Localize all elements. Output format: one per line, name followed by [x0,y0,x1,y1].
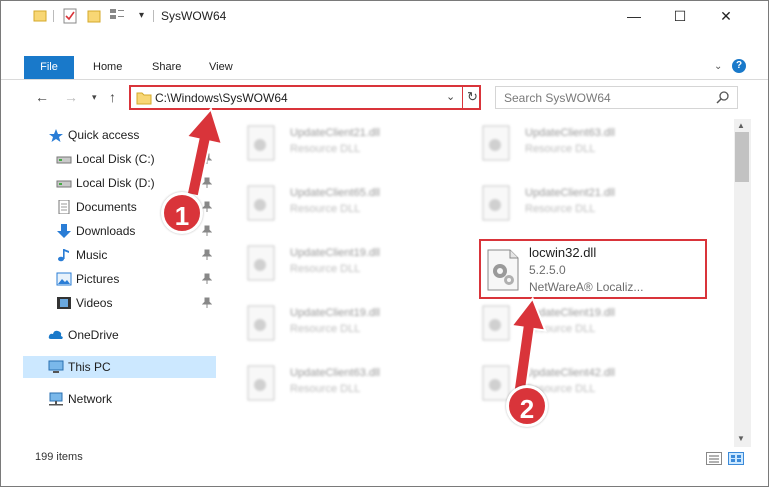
file-type: Resource DLL [290,263,361,275]
file-name: UpdateClient19.dll [290,247,380,259]
file-name: UpdateClient21.dll [290,127,380,139]
tab-file[interactable]: File [24,56,74,79]
customize-toolbar-icon[interactable] [109,8,127,22]
folder-icon [136,92,152,105]
search-icon[interactable] [716,90,730,104]
recent-locations-icon[interactable]: ▾ [92,92,97,103]
picture-icon [56,272,72,286]
maximize-button[interactable]: ☐ [657,1,703,31]
file-name: UpdateClient21.dll [525,187,615,199]
file-type: Resource DLL [290,203,361,215]
minimize-button[interactable]: — [611,1,657,31]
window-title: SysWOW64 [161,9,227,23]
scroll-thumb[interactable] [735,132,749,182]
divider [153,10,154,22]
pin-icon[interactable] [202,273,212,285]
dll-file-icon [247,125,275,161]
file-description: NetWareA® Localiz... [529,280,644,294]
step-badge-2: 2 [506,385,548,427]
new-folder-icon[interactable] [87,8,101,24]
title-bar: ▾ SysWOW64 — ☐ ✕ [1,1,768,31]
drive-icon [56,156,72,164]
file-name: UpdateClient19.dll [290,307,380,319]
file-tile[interactable]: UpdateClient21.dll Resource DLL [481,183,681,227]
nav-label: This PC [68,360,111,374]
cloud-icon [48,330,63,339]
dll-file-icon [247,365,275,401]
network-icon [49,392,63,406]
forward-icon[interactable]: → [64,89,78,105]
nav-label: Music [76,248,108,262]
chevron-down-icon[interactable]: ⌄ [446,90,455,103]
properties-icon[interactable] [63,8,77,24]
file-type: Resource DLL [525,203,596,215]
pin-icon[interactable] [202,225,212,237]
folder-icon[interactable] [33,8,47,22]
divider [53,10,54,22]
file-name: UpdateClient63.dll [525,127,615,139]
file-tile[interactable]: UpdateClient19.dll Resource DLL [246,243,446,287]
item-count: 199 items [35,451,83,463]
highlighted-file-tile[interactable]: locwin32.dll 5.2.5.0 NetWareA® Localiz..… [479,239,707,299]
nav-label: Local Disk (D:) [76,176,155,190]
refresh-icon[interactable]: ↻ [467,89,478,105]
step-badge-1: 1 [161,192,203,234]
dll-file-icon [247,245,275,281]
computer-icon [48,360,64,373]
search-box[interactable]: Search SysWOW64 [495,86,738,109]
dll-file-icon [482,125,510,161]
file-type: Resource DLL [290,383,361,395]
nav-label: Videos [76,296,113,310]
dll-file-icon [482,185,510,221]
scroll-down-icon[interactable]: ▼ [737,434,745,443]
nav-label: Downloads [76,224,136,238]
address-path[interactable]: C:\Windows\SysWOW64 [155,91,288,105]
file-name: UpdateClient63.dll [290,367,380,379]
file-name: UpdateClient65.dll [290,187,380,199]
star-icon [49,129,63,142]
file-type: Resource DLL [290,323,361,335]
film-icon [57,297,71,309]
nav-label: Network [68,392,113,406]
expand-ribbon-icon[interactable]: ⌄ [714,61,722,72]
tab-home[interactable]: Home [93,56,122,79]
help-button[interactable]: ? [732,59,746,73]
file-tile[interactable]: UpdateClient63.dll Resource DLL [246,363,446,407]
scroll-up-icon[interactable]: ▲ [737,121,745,130]
explorer-window: ▾ SysWOW64 — ☐ ✕ File Home Share View ⌄ … [0,0,769,487]
up-icon[interactable]: ↑ [109,89,116,105]
nav-label: Documents [76,200,137,214]
download-arrow-icon [57,224,71,238]
file-name: locwin32.dll [529,245,597,260]
large-icons-view-icon[interactable] [728,452,744,465]
dll-file-icon [487,249,519,291]
divider [462,87,463,108]
tab-view[interactable]: View [209,56,233,79]
nav-label: OneDrive [68,328,119,342]
file-version: 5.2.5.0 [529,263,566,277]
dll-file-icon [247,305,275,341]
pin-icon[interactable] [202,249,212,261]
music-note-icon [58,249,69,262]
close-button[interactable]: ✕ [703,1,749,31]
dll-file-icon [247,185,275,221]
details-view-icon[interactable] [706,452,722,465]
drive-icon [56,180,72,188]
file-tile[interactable]: UpdateClient21.dll Resource DLL [246,123,446,167]
nav-label: Pictures [76,272,120,286]
file-type: Resource DLL [290,143,361,155]
search-input[interactable]: Search SysWOW64 [504,91,611,105]
file-type: Resource DLL [525,143,596,155]
pin-icon[interactable] [202,297,212,309]
back-icon[interactable]: ← [35,89,49,105]
file-tile[interactable]: UpdateClient65.dll Resource DLL [246,183,446,227]
file-tile[interactable]: UpdateClient19.dll Resource DLL [246,303,446,347]
document-icon [58,200,70,214]
nav-label: Local Disk (C:) [76,152,155,166]
file-tile[interactable]: UpdateClient63.dll Resource DLL [481,123,681,167]
chevron-down-icon[interactable]: ▾ [139,10,144,21]
nav-label: Quick access [68,128,140,142]
tab-share[interactable]: Share [152,56,181,79]
